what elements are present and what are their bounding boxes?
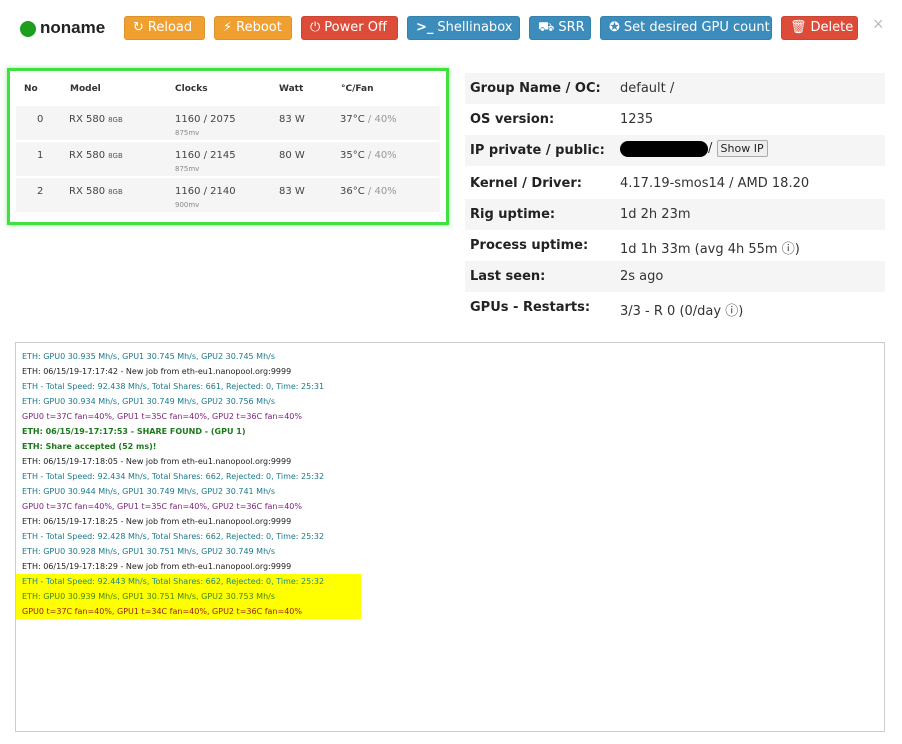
log-line: ETH: Share accepted (52 ms)!: [22, 442, 157, 451]
reboot-button[interactable]: ⚡ Reboot: [214, 16, 292, 40]
info-row-kernel: Kernel / Driver: 4.17.19-smos14 / AMD 18…: [470, 176, 810, 191]
log-line: GPU0 t=37C fan=40%, GPU1 t=35C fan=40%, …: [22, 502, 302, 511]
log-line: ETH: 06/15/19-17:18:25 - New job from et…: [22, 517, 292, 526]
log-line: ETH: GPU0 30.928 Mh/s, GPU1 30.751 Mh/s,…: [22, 547, 276, 556]
log-line-highlighted: ETH - Total Speed: 92.443 Mh/s, Total Sh…: [16, 574, 361, 589]
show-ip-button[interactable]: Show IP: [716, 140, 768, 157]
trash-icon: 🗑: [790, 20, 807, 35]
console-log[interactable]: ETH: GPU0 30.935 Mh/s, GPU1 30.745 Mh/s,…: [15, 342, 885, 732]
close-icon[interactable]: ×: [873, 14, 884, 35]
info-row-os: OS version: 1235: [470, 112, 654, 127]
log-line: ETH: GPU0 30.944 Mh/s, GPU1 30.749 Mh/s,…: [22, 487, 276, 496]
log-line: ETH: 06/15/19-17:17:53 - SHARE FOUND - (…: [22, 427, 246, 436]
log-line-highlighted: GPU0 t=37C fan=40%, GPU1 t=34C fan=40%, …: [16, 604, 361, 619]
bolt-icon: ⚡: [223, 20, 233, 35]
redacted-ip: [620, 140, 708, 157]
set-gpu-count-button[interactable]: ✪ Set desired GPU count: [600, 16, 772, 40]
log-line-highlighted: ETH: GPU0 30.939 Mh/s, GPU1 30.751 Mh/s,…: [16, 589, 361, 604]
log-line: ETH - Total Speed: 92.434 Mh/s, Total Sh…: [22, 472, 325, 481]
gpu-table: No Model Clocks Watt °C/Fan 0 RX 580 8GB …: [7, 68, 449, 225]
info-row-restarts: GPUs - Restarts: 3/3 - R 0 (0/day ⓘ): [470, 300, 744, 319]
rig-header: noname ↻ Reload ⚡ Reboot ⏻ Power Off >_ …: [0, 0, 902, 60]
log-line: ETH: 06/15/19-17:18:29 - New job from et…: [22, 562, 292, 571]
log-line: ETH: 06/15/19-17:18:05 - New job from et…: [22, 457, 292, 466]
check-badge-icon: ✪: [609, 20, 620, 35]
col-watt: Watt: [279, 84, 304, 94]
power-icon: ⏻: [310, 20, 321, 35]
delete-button[interactable]: 🗑 Delete: [781, 16, 858, 40]
table-row: 1 RX 580 8GB 1160 / 2145 875mv 80 W 35°C …: [16, 141, 440, 176]
power-off-button[interactable]: ⏻ Power Off: [301, 16, 398, 40]
table-row: 0 RX 580 8GB 1160 / 2075 875mv 83 W 37°C …: [16, 105, 440, 140]
terminal-icon: >_: [416, 20, 434, 35]
log-line: ETH: 06/15/19-17:17:42 - New job from et…: [22, 367, 292, 376]
cart-icon: ⛟: [538, 20, 555, 35]
col-no: No: [24, 84, 38, 94]
log-line: ETH: GPU0 30.934 Mh/s, GPU1 30.749 Mh/s,…: [22, 397, 276, 406]
rig-name: noname: [40, 18, 106, 37]
log-line: ETH - Total Speed: 92.438 Mh/s, Total Sh…: [22, 382, 325, 391]
col-model: Model: [70, 84, 101, 94]
col-clocks: Clocks: [175, 84, 208, 94]
shellinabox-button[interactable]: >_ Shellinabox: [407, 16, 520, 40]
table-row: 2 RX 580 8GB 1160 / 2140 900mv 83 W 36°C …: [16, 177, 440, 212]
online-status-icon: [20, 21, 36, 37]
log-line: GPU0 t=37C fan=40%, GPU1 t=35C fan=40%, …: [22, 412, 302, 421]
info-row-process-uptime: Process uptime: 1d 1h 33m (avg 4h 55m ⓘ): [470, 238, 800, 257]
info-row-group: Group Name / OC: default /: [465, 73, 885, 104]
info-row-ip: IP private / public: / Show IP: [465, 135, 885, 166]
info-row-last-seen: Last seen: 2s ago: [465, 261, 885, 292]
gpu-table-header: No Model Clocks Watt °C/Fan: [10, 71, 446, 105]
col-temp-fan: °C/Fan: [341, 84, 374, 94]
log-line: ETH: GPU0 30.935 Mh/s, GPU1 30.745 Mh/s,…: [22, 352, 276, 361]
info-row-uptime: Rig uptime: 1d 2h 23m: [465, 199, 885, 230]
srr-button[interactable]: ⛟ SRR: [529, 16, 591, 40]
reload-button[interactable]: ↻ Reload: [124, 16, 205, 40]
reload-icon: ↻: [133, 20, 144, 35]
log-line: ETH - Total Speed: 92.428 Mh/s, Total Sh…: [22, 532, 325, 541]
